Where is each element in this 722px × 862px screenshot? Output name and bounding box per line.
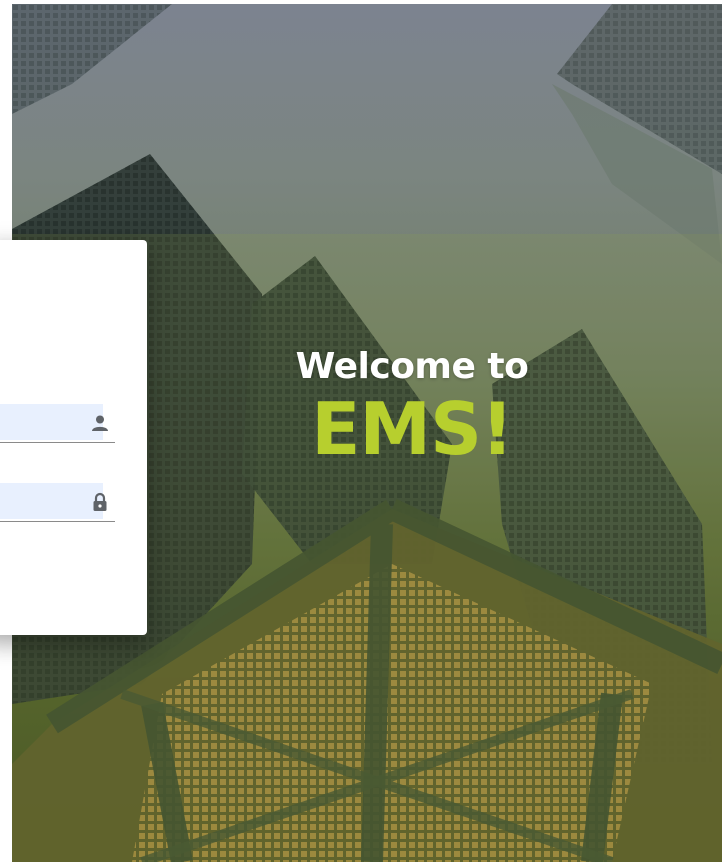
login-card xyxy=(0,240,147,635)
password-input[interactable] xyxy=(0,483,103,519)
welcome-heading: Welcome to xyxy=(295,346,529,387)
brand-title: EMS! xyxy=(311,387,514,471)
lock-icon xyxy=(89,491,111,513)
password-field-wrapper xyxy=(0,483,115,522)
username-field-wrapper xyxy=(0,404,115,443)
login-page: Welcome to EMS! xyxy=(0,0,722,862)
username-input[interactable] xyxy=(0,404,103,440)
user-icon xyxy=(89,412,111,434)
